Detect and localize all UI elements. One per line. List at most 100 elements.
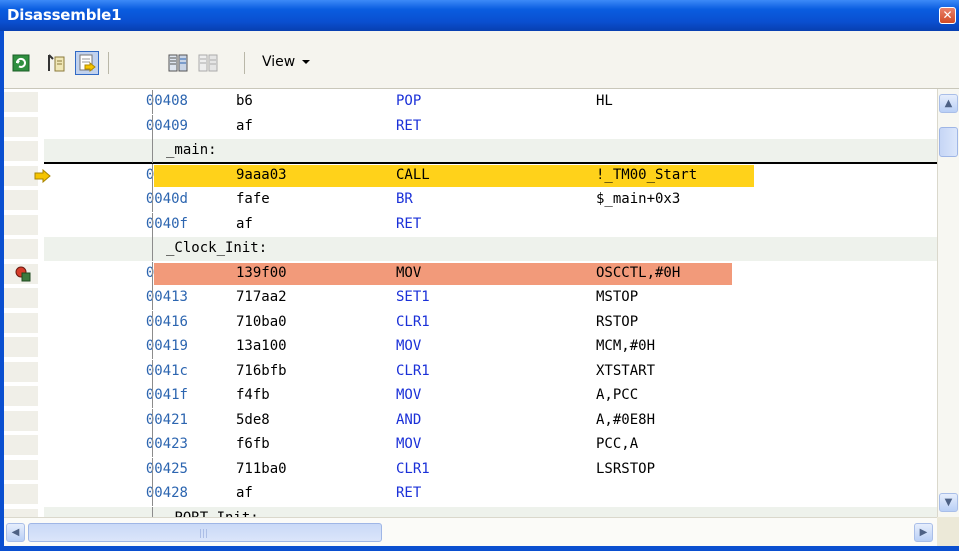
gutter-cell[interactable]: [4, 337, 39, 357]
address: 0040d: [145, 191, 188, 207]
gutter-cell[interactable]: [4, 214, 39, 235]
mnemonic: MOV: [396, 338, 422, 354]
go-to-current-pc-button[interactable]: [75, 51, 99, 75]
column-separator: [152, 310, 153, 335]
code-row[interactable]: 00428 af RET: [44, 482, 937, 506]
column-separator: [152, 90, 153, 114]
toolbar-separator: [108, 52, 109, 74]
operand: $_main+0x3: [596, 191, 681, 207]
vertical-scroll-thumb[interactable]: [939, 127, 958, 157]
gutter-cell[interactable]: [4, 239, 39, 259]
mixed-display-button[interactable]: [166, 51, 190, 75]
code-row[interactable]: 00410139f00MOVOSCCTL,#0H: [15, 261, 937, 286]
horizontal-scroll-thumb[interactable]: |||: [28, 523, 382, 542]
close-button[interactable]: ✕: [939, 7, 956, 24]
label-row[interactable]: _PORT_Init:: [44, 506, 937, 517]
chevron-up-icon: ▲: [944, 98, 953, 109]
code-row[interactable]: 0041c 716bfb CLR1 XTSTART: [44, 359, 937, 384]
operand: OSCCTL,#0H: [596, 264, 681, 281]
label-row[interactable]: _main:: [44, 139, 937, 164]
event-gutter[interactable]: [4, 89, 44, 517]
column-separator: [152, 114, 153, 139]
gutter-cell[interactable]: [4, 386, 39, 406]
code-row[interactable]: 00419 13a100 MOV MCM,#0H: [44, 335, 937, 359]
scroll-right-button[interactable]: ▶: [914, 523, 933, 542]
gutter-cell[interactable]: [4, 361, 39, 382]
column-separator: [152, 482, 153, 506]
code-row[interactable]: 00416 710ba0 CLR1 RSTOP: [44, 310, 937, 335]
operand: !_TM00_Start: [596, 166, 698, 183]
instruction-bytes: 139f00: [236, 264, 287, 281]
code-row[interactable]: 00408 b6 POP HL: [44, 90, 937, 114]
column-separator: [152, 286, 153, 310]
gutter-cell[interactable]: [4, 116, 39, 137]
code-row[interactable]: 00421 5de8 AND A,#0E8H: [44, 408, 937, 433]
code-row[interactable]: 0040f af RET: [44, 212, 937, 237]
symbol-label: _main:: [166, 142, 217, 158]
disassembly-view[interactable]: 00408b6POPHL00409afRET_main:0040a9aaa03C…: [4, 89, 937, 517]
gutter-cell[interactable]: [4, 288, 39, 308]
column-separator: [152, 384, 153, 408]
close-icon: ✕: [942, 8, 953, 22]
gutter-cell[interactable]: [4, 190, 39, 210]
code-row[interactable]: 00423 f6fb MOV PCC,A: [44, 433, 937, 457]
code-row[interactable]: 0041f f4fb MOV A,PCC: [44, 384, 937, 408]
view-menu[interactable]: View: [262, 54, 311, 70]
vertical-scrollbar[interactable]: ▲ ▼: [937, 89, 959, 517]
mixed-display-icon: [168, 54, 188, 72]
title-bar[interactable]: Disassemble1 ✕: [0, 0, 959, 31]
refresh-button[interactable]: [9, 51, 33, 75]
code-row[interactable]: 00425 711ba0 CLR1 LSRSTOP: [44, 457, 937, 482]
column-separator: [152, 359, 153, 384]
column-separator: [152, 457, 153, 482]
gutter-cell[interactable]: [4, 484, 39, 504]
label-row[interactable]: _Clock_Init:: [44, 237, 937, 261]
instruction-bytes: 717aa2: [236, 289, 287, 305]
operand: LSRSTOP: [596, 460, 656, 477]
view-menu-label: View: [262, 54, 296, 70]
toolbar-separator: [244, 52, 245, 74]
code-row[interactable]: 00413 717aa2 SET1 MSTOP: [44, 286, 937, 310]
mnemonic: MOV: [396, 387, 422, 403]
address: 00428: [145, 485, 188, 501]
gutter-cell[interactable]: [4, 312, 39, 333]
address: 00409: [145, 117, 188, 134]
breakpoint-icon[interactable]: [14, 265, 32, 283]
scroll-up-button[interactable]: ▲: [939, 94, 958, 113]
column-separator: [152, 163, 153, 188]
gutter-cell[interactable]: [4, 435, 39, 455]
code-row[interactable]: 00409 af RET: [44, 114, 937, 139]
chevron-down-icon: [301, 60, 310, 64]
operand: A,#0E8H: [596, 411, 656, 428]
operand: XTSTART: [596, 362, 656, 379]
column-separator: [152, 506, 153, 517]
horizontal-scrollbar[interactable]: ◀ ||| ▶: [4, 517, 937, 546]
operand: MCM,#0H: [596, 338, 656, 354]
disassemble-window: Disassemble1 ✕ View 00408 b6 POP HL 0040…: [0, 0, 959, 551]
go-to-address-button[interactable]: [44, 51, 68, 75]
gutter-cell[interactable]: [4, 141, 39, 161]
gutter-cell[interactable]: [4, 459, 39, 480]
gutter-cell[interactable]: [4, 92, 39, 112]
gutter-cell[interactable]: [4, 508, 39, 517]
instruction-bytes: f4fb: [236, 387, 270, 403]
mnemonic: MOV: [396, 264, 422, 281]
gutter-cell[interactable]: [4, 410, 39, 431]
instruction-bytes: fafe: [236, 191, 270, 207]
scroll-down-button[interactable]: ▼: [939, 493, 958, 512]
disassemble-display-button[interactable]: [196, 51, 220, 75]
column-separator: [152, 408, 153, 433]
grip-icon: |||: [199, 529, 209, 539]
chevron-right-icon: ▶: [919, 527, 928, 538]
operand: HL: [596, 93, 613, 109]
mnemonic: POP: [396, 93, 422, 109]
operand: MSTOP: [596, 289, 639, 305]
mnemonic: CLR1: [396, 313, 430, 330]
instruction-bytes: af: [236, 215, 253, 232]
column-separator: [152, 212, 153, 237]
column-separator: [152, 139, 153, 163]
code-row[interactable]: 0040a9aaa03CALL!_TM00_Start: [34, 163, 937, 188]
scroll-left-button[interactable]: ◀: [6, 523, 25, 542]
code-row[interactable]: 0040d fafe BR $_main+0x3: [44, 188, 937, 212]
mnemonic: RET: [396, 215, 422, 232]
